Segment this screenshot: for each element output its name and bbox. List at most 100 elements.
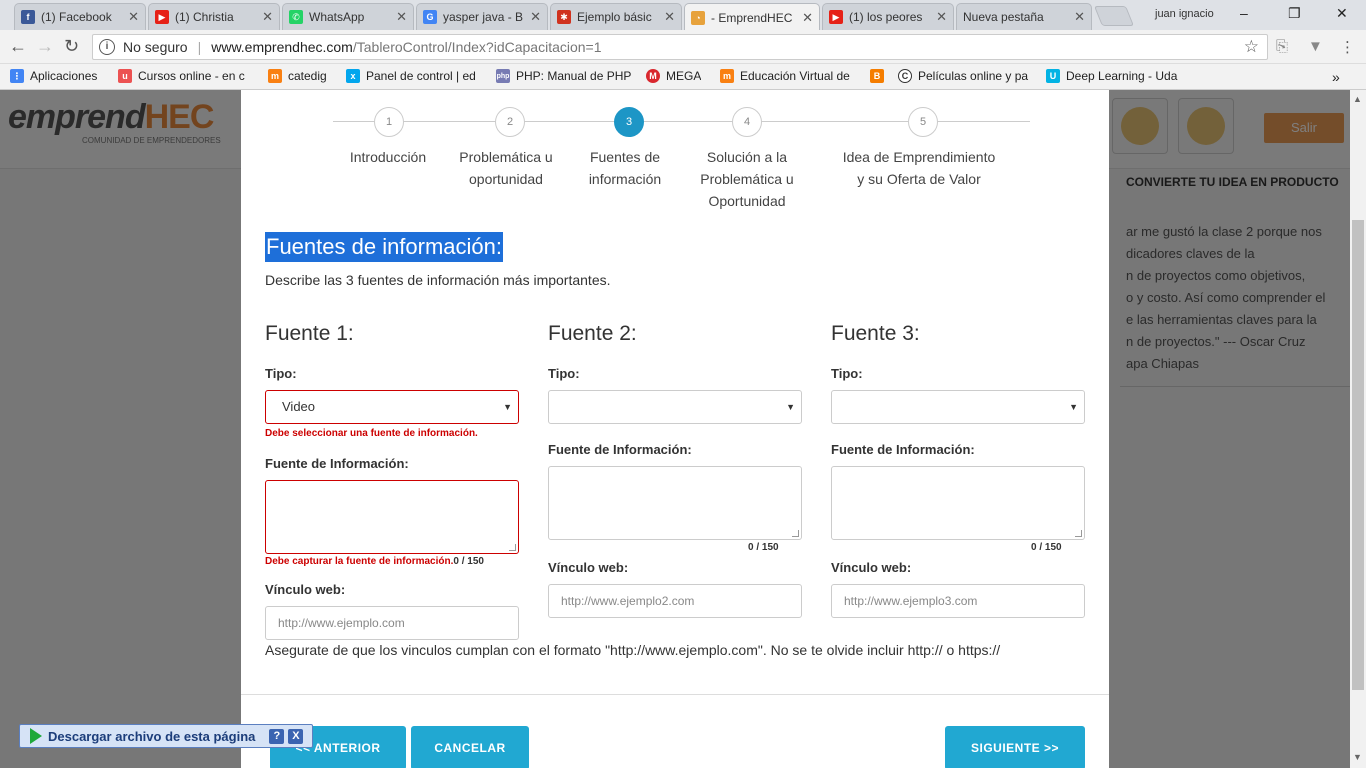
browser-tab[interactable]: ✆ WhatsApp ✕ [282, 3, 414, 30]
forward-icon[interactable]: → [36, 36, 54, 57]
new-tab-button[interactable] [1093, 6, 1135, 26]
back-icon[interactable]: ← [9, 36, 27, 57]
close-tab-icon[interactable]: ✕ [664, 9, 675, 25]
link-label: Vínculo web: [831, 560, 912, 575]
bookmark-label: Panel de control | ed [366, 69, 476, 83]
step-3-label[interactable]: Fuentes de información [575, 146, 675, 190]
bookmark-item[interactable]: x Panel de control | ed [346, 69, 482, 83]
browser-tab[interactable]: ▶ (1) los peores ✕ [822, 3, 954, 30]
type-label: Tipo: [831, 366, 863, 381]
minimize-icon[interactable]: – [1240, 5, 1248, 21]
tab-title: (1) los peores [849, 10, 923, 24]
moodle-icon: m [268, 69, 282, 83]
google-icon: G [423, 10, 437, 24]
source-1-heading: Fuente 1: [265, 322, 354, 345]
scrollbar-thumb[interactable] [1352, 220, 1364, 690]
bookmark-label: MEGA [666, 69, 702, 83]
url-bar[interactable]: i No seguro | www.emprendhec.com /Tabler… [92, 34, 1268, 60]
close-tab-icon[interactable]: ✕ [128, 9, 139, 25]
bookmark-item[interactable]: u Cursos online - en c [118, 69, 254, 83]
bookmark-item[interactable]: m Educación Virtual de [720, 69, 856, 83]
scroll-up-icon[interactable]: ▲ [1353, 94, 1362, 104]
download-label[interactable]: Descargar archivo de esta página [48, 729, 255, 744]
source-1-link-input[interactable]: http://www.ejemplo.com [265, 606, 519, 640]
bookmark-label: Deep Learning - Uda [1066, 69, 1178, 83]
bookmark-item[interactable]: B C Películas online y pa [870, 69, 1032, 83]
browser-tab[interactable]: G yasper java - B ✕ [416, 3, 548, 30]
download-helper-bar[interactable]: Descargar archivo de esta página ? X [19, 724, 313, 748]
pdf-extension-icon[interactable]: ⎘ [1276, 38, 1288, 55]
maximize-icon[interactable]: ❐ [1288, 5, 1301, 22]
step-4-circle[interactable]: 4 [732, 107, 762, 137]
step-2-label[interactable]: Problemática u oportunidad [451, 146, 561, 190]
bookmark-apps[interactable]: ⋮ Aplicaciones [10, 69, 97, 83]
source-1-type-select[interactable]: Video ▼ [265, 390, 519, 424]
step-1-label[interactable]: Introducción [334, 146, 442, 168]
menu-icon[interactable]: ⋮ [1340, 38, 1355, 56]
step-3-circle-active[interactable]: 3 [614, 107, 644, 137]
step-5-label[interactable]: Idea de Emprendimiento y su Oferta de Va… [829, 146, 1009, 190]
tab-title: Nueva pestaña [963, 10, 1044, 24]
mega-icon: M [646, 69, 660, 83]
url-separator: | [197, 39, 202, 55]
bookmark-star-icon[interactable]: ☆ [1244, 37, 1259, 57]
bookmarks-bar: ⋮ Aplicaciones u Cursos online - en c m … [0, 64, 1366, 90]
source-3-link-input[interactable]: http://www.ejemplo3.com [831, 584, 1085, 618]
link-format-note: Asegurate de que los vinculos cumplan co… [265, 642, 1001, 658]
close-tab-icon[interactable]: ✕ [1074, 9, 1085, 25]
reload-icon[interactable]: ↻ [64, 36, 79, 57]
edx-icon: x [346, 69, 360, 83]
url-path: /TableroControl/Index?idCapacitacion=1 [352, 39, 602, 55]
section-description: Describe las 3 fuentes de información má… [265, 272, 611, 288]
close-tab-icon[interactable]: ✕ [802, 10, 813, 26]
info-icon[interactable]: i [99, 39, 115, 55]
browser-tab[interactable]: f (1) Facebook ✕ [14, 3, 146, 30]
browser-tab-active[interactable]: ◔ - EmprendHEC ✕ [684, 3, 820, 31]
whatsapp-icon: ✆ [289, 10, 303, 24]
source-1-info-textarea[interactable] [265, 480, 519, 554]
more-bookmarks-icon[interactable]: » [1332, 69, 1340, 85]
source-3-heading: Fuente 3: [831, 322, 920, 345]
bookmark-item[interactable]: U Deep Learning - Uda [1046, 69, 1186, 83]
bookmark-label: Cursos online - en c [138, 69, 245, 83]
dropdown-caret-icon: ▼ [503, 402, 512, 412]
source-2-type-select[interactable]: ▼ [548, 390, 802, 424]
step-1-circle[interactable]: 1 [374, 107, 404, 137]
moodle-icon: m [720, 69, 734, 83]
help-icon[interactable]: ? [269, 728, 285, 744]
source-2-link-input[interactable]: http://www.ejemplo2.com [548, 584, 802, 618]
char-counter: 0 / 150 [748, 542, 779, 553]
next-button[interactable]: SIGUIENTE >> [945, 726, 1085, 768]
browser-tab[interactable]: ▶ (1) Christia ✕ [148, 3, 280, 30]
browser-user-name[interactable]: juan ignacio [1155, 8, 1214, 20]
browser-tab[interactable]: Nueva pestaña ✕ [956, 3, 1092, 30]
source-2-info-textarea[interactable] [548, 466, 802, 540]
step-5-circle[interactable]: 5 [908, 107, 938, 137]
close-tab-icon[interactable]: ✕ [530, 9, 541, 25]
close-tab-icon[interactable]: ✕ [936, 9, 947, 25]
close-window-icon[interactable]: ✕ [1336, 5, 1348, 22]
close-tab-icon[interactable]: ✕ [396, 9, 407, 25]
bookmark-item[interactable]: php PHP: Manual de PHP [496, 69, 634, 83]
browser-tab[interactable]: ✱ Ejemplo básic ✕ [550, 3, 682, 30]
source-3-info-textarea[interactable] [831, 466, 1085, 540]
vpn-extension-icon[interactable]: ▼ [1308, 38, 1323, 55]
step-label-line: Problemática u [459, 149, 553, 165]
link-label: Vínculo web: [265, 582, 346, 597]
bookmark-item[interactable]: m catedig [268, 69, 327, 83]
close-icon[interactable]: X [288, 728, 304, 744]
page-scrollbar[interactable]: ▲ ▼ [1350, 90, 1366, 768]
close-tab-icon[interactable]: ✕ [262, 9, 273, 25]
cancel-button[interactable]: CANCELAR [411, 726, 529, 768]
section-title: Fuentes de información: [265, 232, 504, 262]
dropdown-caret-icon: ▼ [786, 402, 795, 412]
scroll-down-icon[interactable]: ▼ [1353, 752, 1362, 762]
source-info-label: Fuente de Información: [265, 456, 409, 471]
bookmark-item[interactable]: M MEGA [646, 69, 701, 83]
step-2-circle[interactable]: 2 [495, 107, 525, 137]
source-3-type-select[interactable]: ▼ [831, 390, 1085, 424]
play-icon [30, 728, 42, 744]
step-4-label[interactable]: Solución a la Problemática u Oportunidad [689, 146, 805, 212]
udacity-icon: U [1046, 69, 1060, 83]
source-3-column: Fuente 3: Tipo: ▼ Fuente de Información:… [831, 322, 1085, 618]
